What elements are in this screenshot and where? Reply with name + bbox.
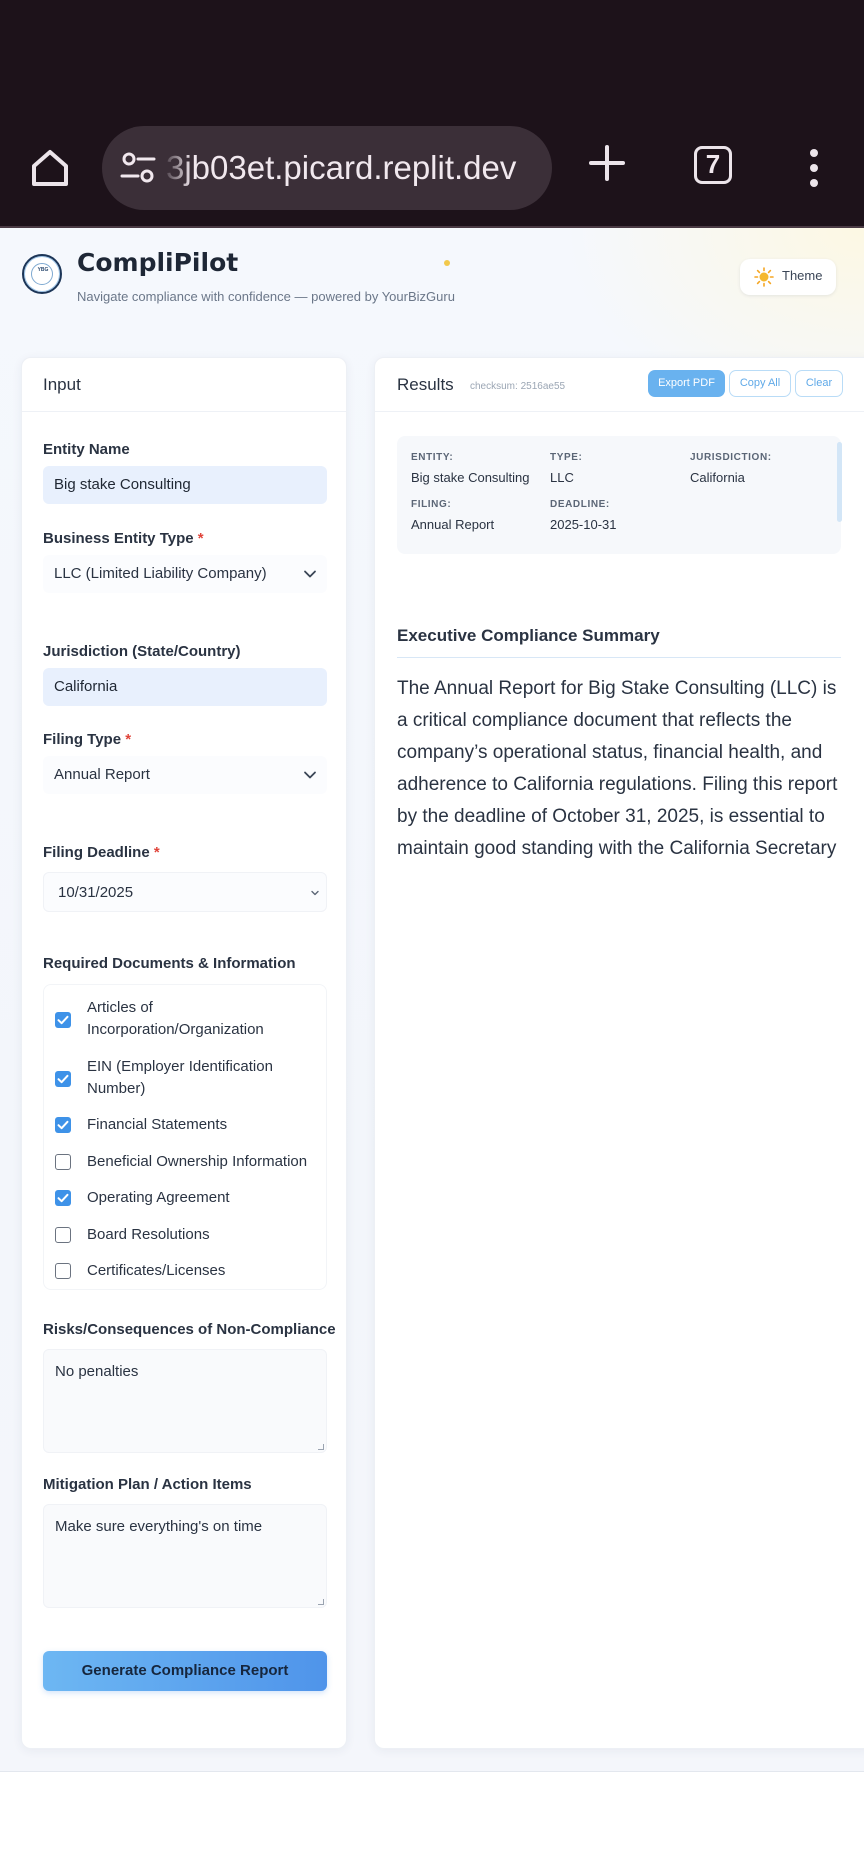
entity-type-label-text: Business Entity Type [43, 530, 194, 547]
summary-title: Executive Compliance Summary [397, 626, 660, 645]
meta-jurisdiction-value: California [690, 470, 745, 485]
meta-type-key: TYPE: [550, 452, 583, 463]
entity-type-select[interactable]: LLC (Limited Liability Company) [43, 555, 327, 593]
results-scrollbar[interactable] [837, 442, 842, 522]
resize-handle[interactable] [318, 1599, 324, 1605]
logo-mark: YBG [31, 263, 53, 285]
checkbox-ein[interactable] [55, 1071, 71, 1087]
mitigation-value: Make sure everything's on time [55, 1518, 263, 1535]
new-tab-icon[interactable] [588, 144, 626, 182]
checkbox-certificates[interactable] [55, 1263, 71, 1279]
page-bottom [0, 1771, 864, 1872]
meta-filing-key: FILING: [411, 499, 452, 510]
logo-text: YBG [37, 267, 49, 273]
mitigation-label: Mitigation Plan / Action Items [43, 1476, 252, 1493]
input-panel-header: Input [22, 358, 346, 412]
meta-deadline-key: DEADLINE: [550, 499, 610, 510]
more-menu-icon[interactable] [806, 148, 822, 188]
filing-type-label-text: Filing Type [43, 731, 122, 748]
app-page: YBG CompliPilot Navigate compliance with… [0, 228, 864, 1771]
checkmark-icon [57, 1120, 69, 1130]
filing-deadline-input[interactable]: 10/31/2025 [43, 872, 327, 912]
filing-type-value: Annual Report [54, 766, 150, 783]
doc-beneficial-label: Beneficial Ownership Information [87, 1153, 308, 1170]
required-mark: * [197, 530, 204, 547]
jurisdiction-input[interactable]: California [43, 668, 327, 706]
summary-text: The Annual Report for Big Stake Consulti… [397, 678, 838, 859]
checkbox-beneficial[interactable] [55, 1154, 71, 1170]
chevron-down-icon[interactable] [310, 888, 320, 898]
filing-type-select[interactable]: Annual Report [43, 756, 327, 794]
url-fade [162, 146, 192, 190]
entity-name-input[interactable]: Big stake Consulting [43, 466, 327, 504]
documents-label: Required Documents & Information [43, 955, 296, 972]
url-text[interactable]: 3jb03et.picard.replit.dev [166, 146, 546, 190]
clear-button[interactable]: Clear [795, 370, 843, 397]
decorative-dot [444, 260, 450, 266]
checkbox-articles[interactable] [55, 1012, 71, 1028]
results-panel: Results checksum: 2516ae55 Export PDF Co… [374, 357, 864, 1749]
filing-deadline-label-text: Filing Deadline [43, 844, 150, 861]
doc-financial-label: Financial Statements [87, 1116, 228, 1133]
required-mark: * [153, 844, 160, 861]
mitigation-textarea[interactable]: Make sure everything's on time [43, 1504, 327, 1608]
report-metadata: ENTITY: Big stake Consulting TYPE: LLC J… [397, 436, 841, 554]
meta-type-value: LLC [550, 470, 574, 485]
meta-filing-value: Annual Report [411, 517, 495, 532]
resize-handle[interactable] [318, 1444, 324, 1450]
generate-report-button[interactable]: Generate Compliance Report [43, 1651, 327, 1691]
meta-entity-key: ENTITY: [411, 452, 454, 463]
summary-divider [397, 657, 841, 658]
theme-label: Theme [782, 268, 823, 283]
entity-type-value: LLC (Limited Liability Company) [54, 565, 267, 582]
chevron-down-icon [304, 771, 316, 779]
filing-deadline-value: 10/31/2025 [58, 884, 134, 901]
theme-toggle-button[interactable]: Theme [740, 259, 836, 295]
sun-icon [754, 267, 774, 287]
filing-deadline-label: Filing Deadline * [43, 844, 160, 861]
doc-board-label: Board Resolutions [87, 1226, 210, 1243]
address-bar[interactable]: 3jb03et.picard.replit.dev [102, 126, 552, 210]
input-panel: Input Entity Name Big stake Consulting B… [21, 357, 347, 1749]
results-panel-header: Results checksum: 2516ae55 Export PDF Co… [375, 358, 864, 412]
checkmark-icon [57, 1193, 69, 1203]
checkbox-board[interactable] [55, 1227, 71, 1243]
tab-switcher-button[interactable]: 7 [694, 146, 732, 184]
checkbox-financial[interactable] [55, 1117, 71, 1133]
doc-certificates-label: Certificates/Licenses [87, 1262, 226, 1279]
doc-ein-label: EIN (Employer Identification Number) [87, 1058, 273, 1097]
checksum-text: checksum: 2516ae55 [470, 381, 566, 392]
logo: YBG [22, 254, 62, 294]
chevron-down-icon [304, 570, 316, 578]
risks-value: No penalties [55, 1363, 139, 1380]
site-settings-icon[interactable] [118, 148, 158, 188]
jurisdiction-label: Jurisdiction (State/Country) [43, 643, 241, 660]
checkbox-operating[interactable] [55, 1190, 71, 1206]
browser-toolbar: 3jb03et.picard.replit.dev 7 [0, 0, 864, 228]
export-pdf-button[interactable]: Export PDF [648, 370, 725, 397]
entity-type-label: Business Entity Type * [43, 530, 204, 547]
app-title: CompliPilot [77, 248, 239, 277]
checkmark-icon [57, 1015, 69, 1025]
results-title: Results [397, 375, 454, 394]
doc-operating-label: Operating Agreement [87, 1189, 230, 1206]
home-icon[interactable] [26, 144, 74, 192]
required-mark: * [125, 731, 132, 748]
risks-textarea[interactable]: No penalties [43, 1349, 327, 1453]
filing-type-label: Filing Type * [43, 731, 131, 748]
input-panel-title: Input [43, 375, 81, 394]
checkmark-icon [57, 1074, 69, 1084]
documents-checklist: Articles of Incorporation/Organization E… [43, 984, 327, 1290]
meta-deadline-value: 2025-10-31 [550, 517, 617, 532]
entity-name-label: Entity Name [43, 441, 130, 458]
app-subtitle: Navigate compliance with confidence — po… [77, 289, 455, 304]
risks-label: Risks/Consequences of Non-Compliance [43, 1321, 336, 1338]
doc-articles-label: Articles of Incorporation/Organization [87, 999, 264, 1038]
copy-all-button[interactable]: Copy All [729, 370, 791, 397]
meta-entity-value: Big stake Consulting [411, 470, 530, 485]
meta-jurisdiction-key: JURISDICTION: [690, 452, 772, 463]
